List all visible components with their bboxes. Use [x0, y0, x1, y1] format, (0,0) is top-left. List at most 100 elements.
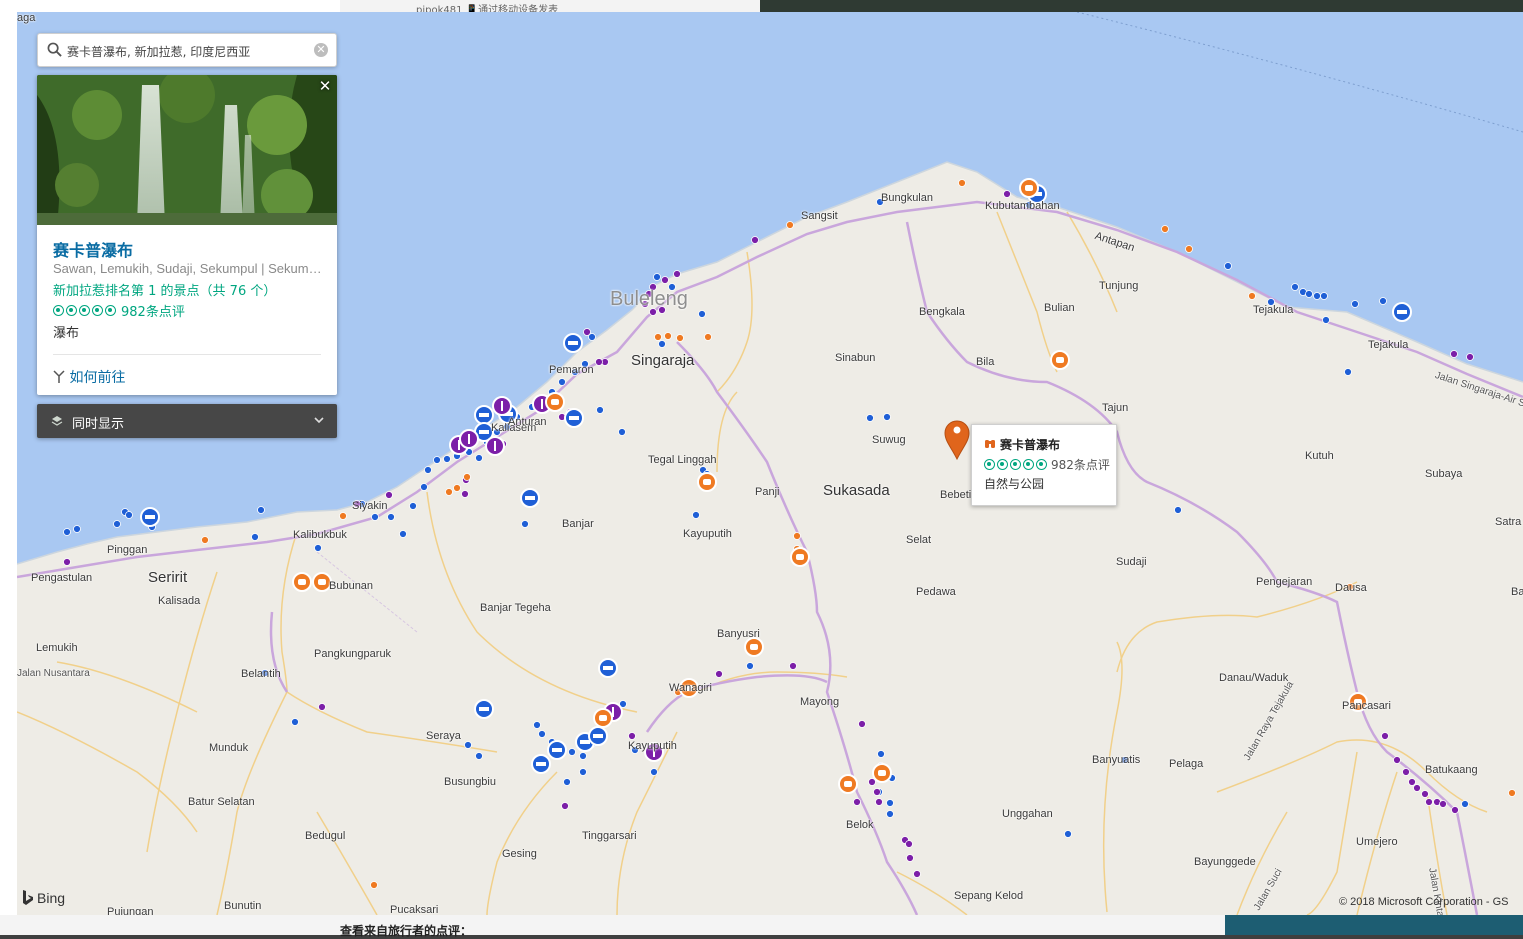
restaurant-dot[interactable]	[789, 662, 797, 670]
hotel-dot[interactable]	[563, 778, 571, 786]
restaurant-dot[interactable]	[1413, 784, 1421, 792]
restaurant-dot[interactable]	[385, 491, 393, 499]
map-popup[interactable]: 赛卡普瀑布 982条点评 自然与公园	[971, 424, 1117, 506]
hotel-dot[interactable]	[692, 511, 700, 519]
hotel-dot[interactable]	[658, 340, 666, 348]
hotel-marker[interactable]	[140, 507, 160, 527]
attraction-dot[interactable]	[1248, 292, 1256, 300]
hotel-marker[interactable]	[1392, 302, 1412, 322]
restaurant-dot[interactable]	[905, 840, 913, 848]
attraction-dot[interactable]	[453, 484, 461, 492]
attraction-marker[interactable]	[838, 774, 858, 794]
clear-icon[interactable]: ✕	[314, 43, 328, 57]
close-icon[interactable]: ✕	[317, 78, 333, 94]
attraction-dot[interactable]	[339, 512, 347, 520]
restaurant-dot[interactable]	[1425, 798, 1433, 806]
hotel-dot[interactable]	[866, 414, 874, 422]
attraction-marker[interactable]	[872, 763, 892, 783]
attraction-marker[interactable]	[1019, 178, 1039, 198]
hotel-dot[interactable]	[1320, 292, 1328, 300]
hotel-dot[interactable]	[1322, 316, 1330, 324]
attraction-marker[interactable]	[593, 708, 613, 728]
hotel-dot[interactable]	[1344, 368, 1352, 376]
hotel-dot[interactable]	[257, 506, 265, 514]
attraction-dot[interactable]	[654, 333, 662, 341]
restaurant-dot[interactable]	[595, 358, 603, 366]
restaurant-dot[interactable]	[858, 720, 866, 728]
hotel-dot[interactable]	[314, 544, 322, 552]
restaurant-marker[interactable]	[492, 396, 512, 416]
restaurant-dot[interactable]	[1450, 350, 1458, 358]
attraction-dot[interactable]	[201, 536, 209, 544]
hotel-dot[interactable]	[371, 513, 379, 521]
attraction-dot[interactable]	[370, 881, 378, 889]
restaurant-dot[interactable]	[873, 788, 881, 796]
hotel-dot[interactable]	[433, 456, 441, 464]
bing-logo[interactable]: Bing	[22, 890, 65, 906]
restaurant-dot[interactable]	[1451, 806, 1459, 814]
hotel-dot[interactable]	[579, 752, 587, 760]
restaurant-dot[interactable]	[628, 732, 636, 740]
restaurant-dot[interactable]	[318, 703, 326, 711]
restaurant-dot[interactable]	[583, 328, 591, 336]
attraction-dot[interactable]	[445, 488, 453, 496]
hotel-dot[interactable]	[125, 511, 133, 519]
restaurant-dot[interactable]	[661, 276, 669, 284]
attraction-dot[interactable]	[1161, 225, 1169, 233]
restaurant-marker[interactable]	[485, 436, 505, 456]
hotel-dot[interactable]	[886, 799, 894, 807]
hotel-marker[interactable]	[531, 754, 551, 774]
hotel-marker[interactable]	[563, 333, 583, 353]
attraction-dot[interactable]	[1185, 245, 1193, 253]
hotel-dot[interactable]	[475, 454, 483, 462]
hotel-dot[interactable]	[1313, 292, 1321, 300]
attraction-dot[interactable]	[664, 332, 672, 340]
hotel-marker[interactable]	[474, 699, 494, 719]
attraction-dot[interactable]	[793, 532, 801, 540]
hotel-dot[interactable]	[443, 455, 451, 463]
hotel-dot[interactable]	[538, 730, 546, 738]
hotel-dot[interactable]	[420, 483, 428, 491]
hotel-dot[interactable]	[568, 748, 576, 756]
attraction-dot[interactable]	[704, 333, 712, 341]
attraction-dot[interactable]	[463, 473, 471, 481]
hotel-dot[interactable]	[1064, 830, 1072, 838]
restaurant-dot[interactable]	[1408, 778, 1416, 786]
hotel-dot[interactable]	[1291, 283, 1299, 291]
restaurant-dot[interactable]	[853, 798, 861, 806]
attraction-marker[interactable]	[790, 547, 810, 567]
restaurant-dot[interactable]	[906, 854, 914, 862]
popup-title[interactable]: 赛卡普瀑布	[1000, 436, 1060, 453]
restaurant-dot[interactable]	[1381, 732, 1389, 740]
restaurant-dot[interactable]	[913, 870, 921, 878]
hotel-marker[interactable]	[598, 658, 618, 678]
attraction-marker[interactable]	[292, 572, 312, 592]
hotel-dot[interactable]	[291, 718, 299, 726]
hotel-dot[interactable]	[464, 741, 472, 749]
restaurant-dot[interactable]	[561, 802, 569, 810]
hotel-dot[interactable]	[73, 525, 81, 533]
restaurant-marker[interactable]	[459, 429, 479, 449]
hotel-marker[interactable]	[588, 726, 608, 746]
search-input[interactable]: 赛卡普瀑布, 新加拉惹, 印度尼西亚	[67, 43, 250, 60]
attraction-dot[interactable]	[676, 334, 684, 342]
hotel-dot[interactable]	[113, 520, 121, 528]
hotel-dot[interactable]	[475, 752, 483, 760]
hotel-marker[interactable]	[564, 408, 584, 428]
restaurant-dot[interactable]	[1466, 353, 1474, 361]
hotel-marker[interactable]	[547, 740, 567, 760]
directions-link[interactable]: 如何前往	[53, 367, 125, 387]
review-count[interactable]: 982条点评	[121, 301, 185, 320]
attraction-dot[interactable]	[786, 221, 794, 229]
hotel-dot[interactable]	[698, 310, 706, 318]
attraction-marker[interactable]	[697, 472, 717, 492]
attraction-dot[interactable]	[958, 179, 966, 187]
hotel-dot[interactable]	[1379, 297, 1387, 305]
hotel-dot[interactable]	[424, 466, 432, 474]
hotel-dot[interactable]	[1305, 290, 1313, 298]
hotel-dot[interactable]	[746, 662, 754, 670]
hotel-dot[interactable]	[1461, 800, 1469, 808]
hotel-dot[interactable]	[1224, 262, 1232, 270]
hotel-dot[interactable]	[650, 768, 658, 776]
hotel-dot[interactable]	[387, 513, 395, 521]
